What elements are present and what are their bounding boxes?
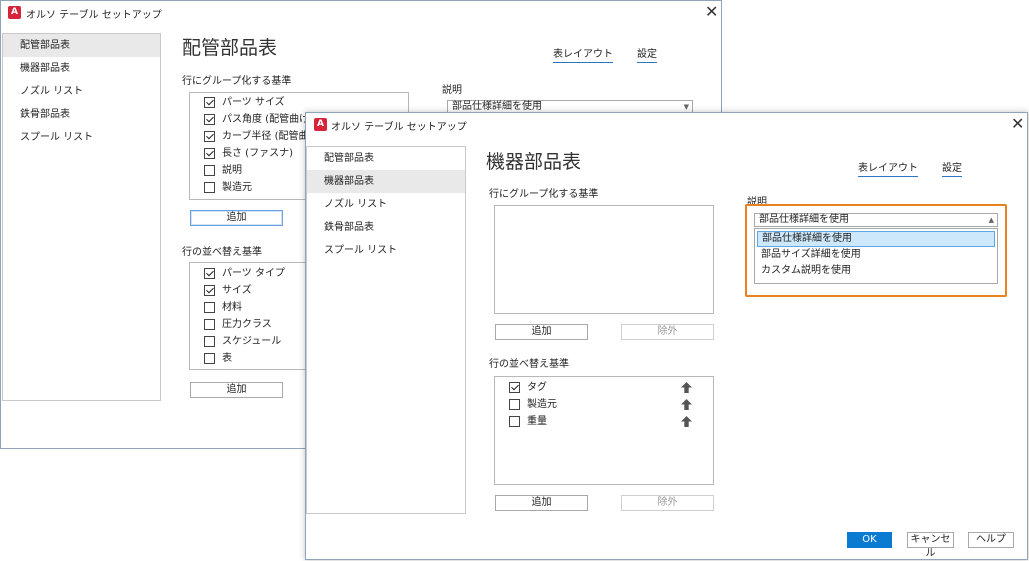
cancel-button[interactable]: キャンセル: [907, 532, 954, 559]
list-item[interactable]: タグ: [509, 379, 709, 396]
app-icon: A: [314, 118, 327, 131]
list-item[interactable]: パーツ サイズ: [204, 94, 404, 111]
checkbox[interactable]: [204, 319, 215, 330]
checkbox[interactable]: [204, 97, 215, 108]
back-page-title: 配管部品表: [182, 37, 278, 59]
checkbox[interactable]: [204, 148, 215, 159]
checkbox[interactable]: [204, 302, 215, 313]
front-window-title: オルソ テーブル セットアップ: [331, 122, 467, 133]
checkbox[interactable]: [509, 399, 520, 410]
sidebar-item-steel-bom[interactable]: 鉄骨部品表: [3, 103, 160, 126]
checkbox[interactable]: [204, 336, 215, 347]
app-icon: A: [8, 6, 21, 19]
ok-button[interactable]: OK: [847, 532, 892, 548]
list-item[interactable]: 重量: [509, 413, 709, 430]
front-add-button[interactable]: 追加: [495, 324, 588, 340]
back-add-button-2[interactable]: 追加: [190, 382, 283, 398]
back-titlebar: A オルソ テーブル セットアップ ✕: [1, 1, 721, 25]
front-page-title: 機器部品表: [486, 151, 582, 173]
back-description-label: 説明: [442, 85, 462, 96]
help-button[interactable]: ヘルプ: [968, 532, 1014, 548]
group-by-label: 行にグループ化する基準: [182, 76, 292, 87]
close-icon[interactable]: ✕: [1011, 114, 1024, 134]
up-arrow-icon[interactable]: [681, 416, 692, 427]
checkbox[interactable]: [204, 114, 215, 125]
sidebar-item-nozzle-list[interactable]: ノズル リスト: [3, 80, 160, 103]
front-remove-button[interactable]: 除外: [621, 324, 714, 340]
tab-table-layout[interactable]: 表レイアウト: [858, 159, 918, 177]
up-arrow-icon[interactable]: [681, 399, 692, 410]
front-sidebar: 配管部品表 機器部品表 ノズル リスト 鉄骨部品表 スプール リスト: [306, 146, 466, 514]
sidebar-item-piping-bom[interactable]: 配管部品表: [307, 147, 465, 170]
tab-settings[interactable]: 設定: [637, 45, 657, 63]
front-add-button-2[interactable]: 追加: [495, 495, 588, 511]
sidebar-item-spool-list[interactable]: スプール リスト: [307, 239, 465, 262]
tab-settings[interactable]: 設定: [942, 159, 962, 177]
back-add-button[interactable]: 追加: [190, 210, 283, 226]
front-titlebar: A オルソ テーブル セットアップ ✕: [306, 113, 1027, 137]
checkbox[interactable]: [204, 268, 215, 279]
checkbox[interactable]: [204, 182, 215, 193]
front-remove-button-2[interactable]: 除外: [621, 495, 714, 511]
front-group-by-list: [494, 205, 714, 314]
sort-label: 行の並べ替え基準: [182, 247, 262, 258]
sidebar-item-nozzle-list[interactable]: ノズル リスト: [307, 193, 465, 216]
sidebar-item-spool-list[interactable]: スプール リスト: [3, 126, 160, 149]
tab-table-layout[interactable]: 表レイアウト: [553, 45, 613, 63]
back-sidebar: 配管部品表 機器部品表 ノズル リスト 鉄骨部品表 スプール リスト: [2, 33, 161, 401]
back-description-value: 部品仕様詳細を使用: [452, 101, 542, 112]
close-icon[interactable]: ✕: [705, 2, 718, 22]
front-dialog-window: A オルソ テーブル セットアップ ✕ 配管部品表 機器部品表 ノズル リスト …: [305, 112, 1028, 560]
sidebar-item-steel-bom[interactable]: 鉄骨部品表: [307, 216, 465, 239]
checkbox[interactable]: [509, 382, 520, 393]
sidebar-item-equipment-bom[interactable]: 機器部品表: [3, 57, 160, 80]
highlight-box: [745, 204, 1007, 297]
list-item[interactable]: 製造元: [509, 396, 709, 413]
checkbox[interactable]: [509, 416, 520, 427]
checkbox[interactable]: [204, 353, 215, 364]
checkbox[interactable]: [204, 165, 215, 176]
back-window-title: オルソ テーブル セットアップ: [26, 10, 162, 21]
checkbox[interactable]: [204, 131, 215, 142]
checkbox[interactable]: [204, 285, 215, 296]
up-arrow-icon[interactable]: [681, 382, 692, 393]
front-sort-list: タグ 製造元 重量: [494, 376, 714, 485]
group-by-label: 行にグループ化する基準: [489, 189, 599, 200]
sidebar-item-equipment-bom[interactable]: 機器部品表: [307, 170, 465, 193]
sidebar-item-piping-bom[interactable]: 配管部品表: [3, 34, 160, 57]
sort-label: 行の並べ替え基準: [489, 359, 569, 370]
